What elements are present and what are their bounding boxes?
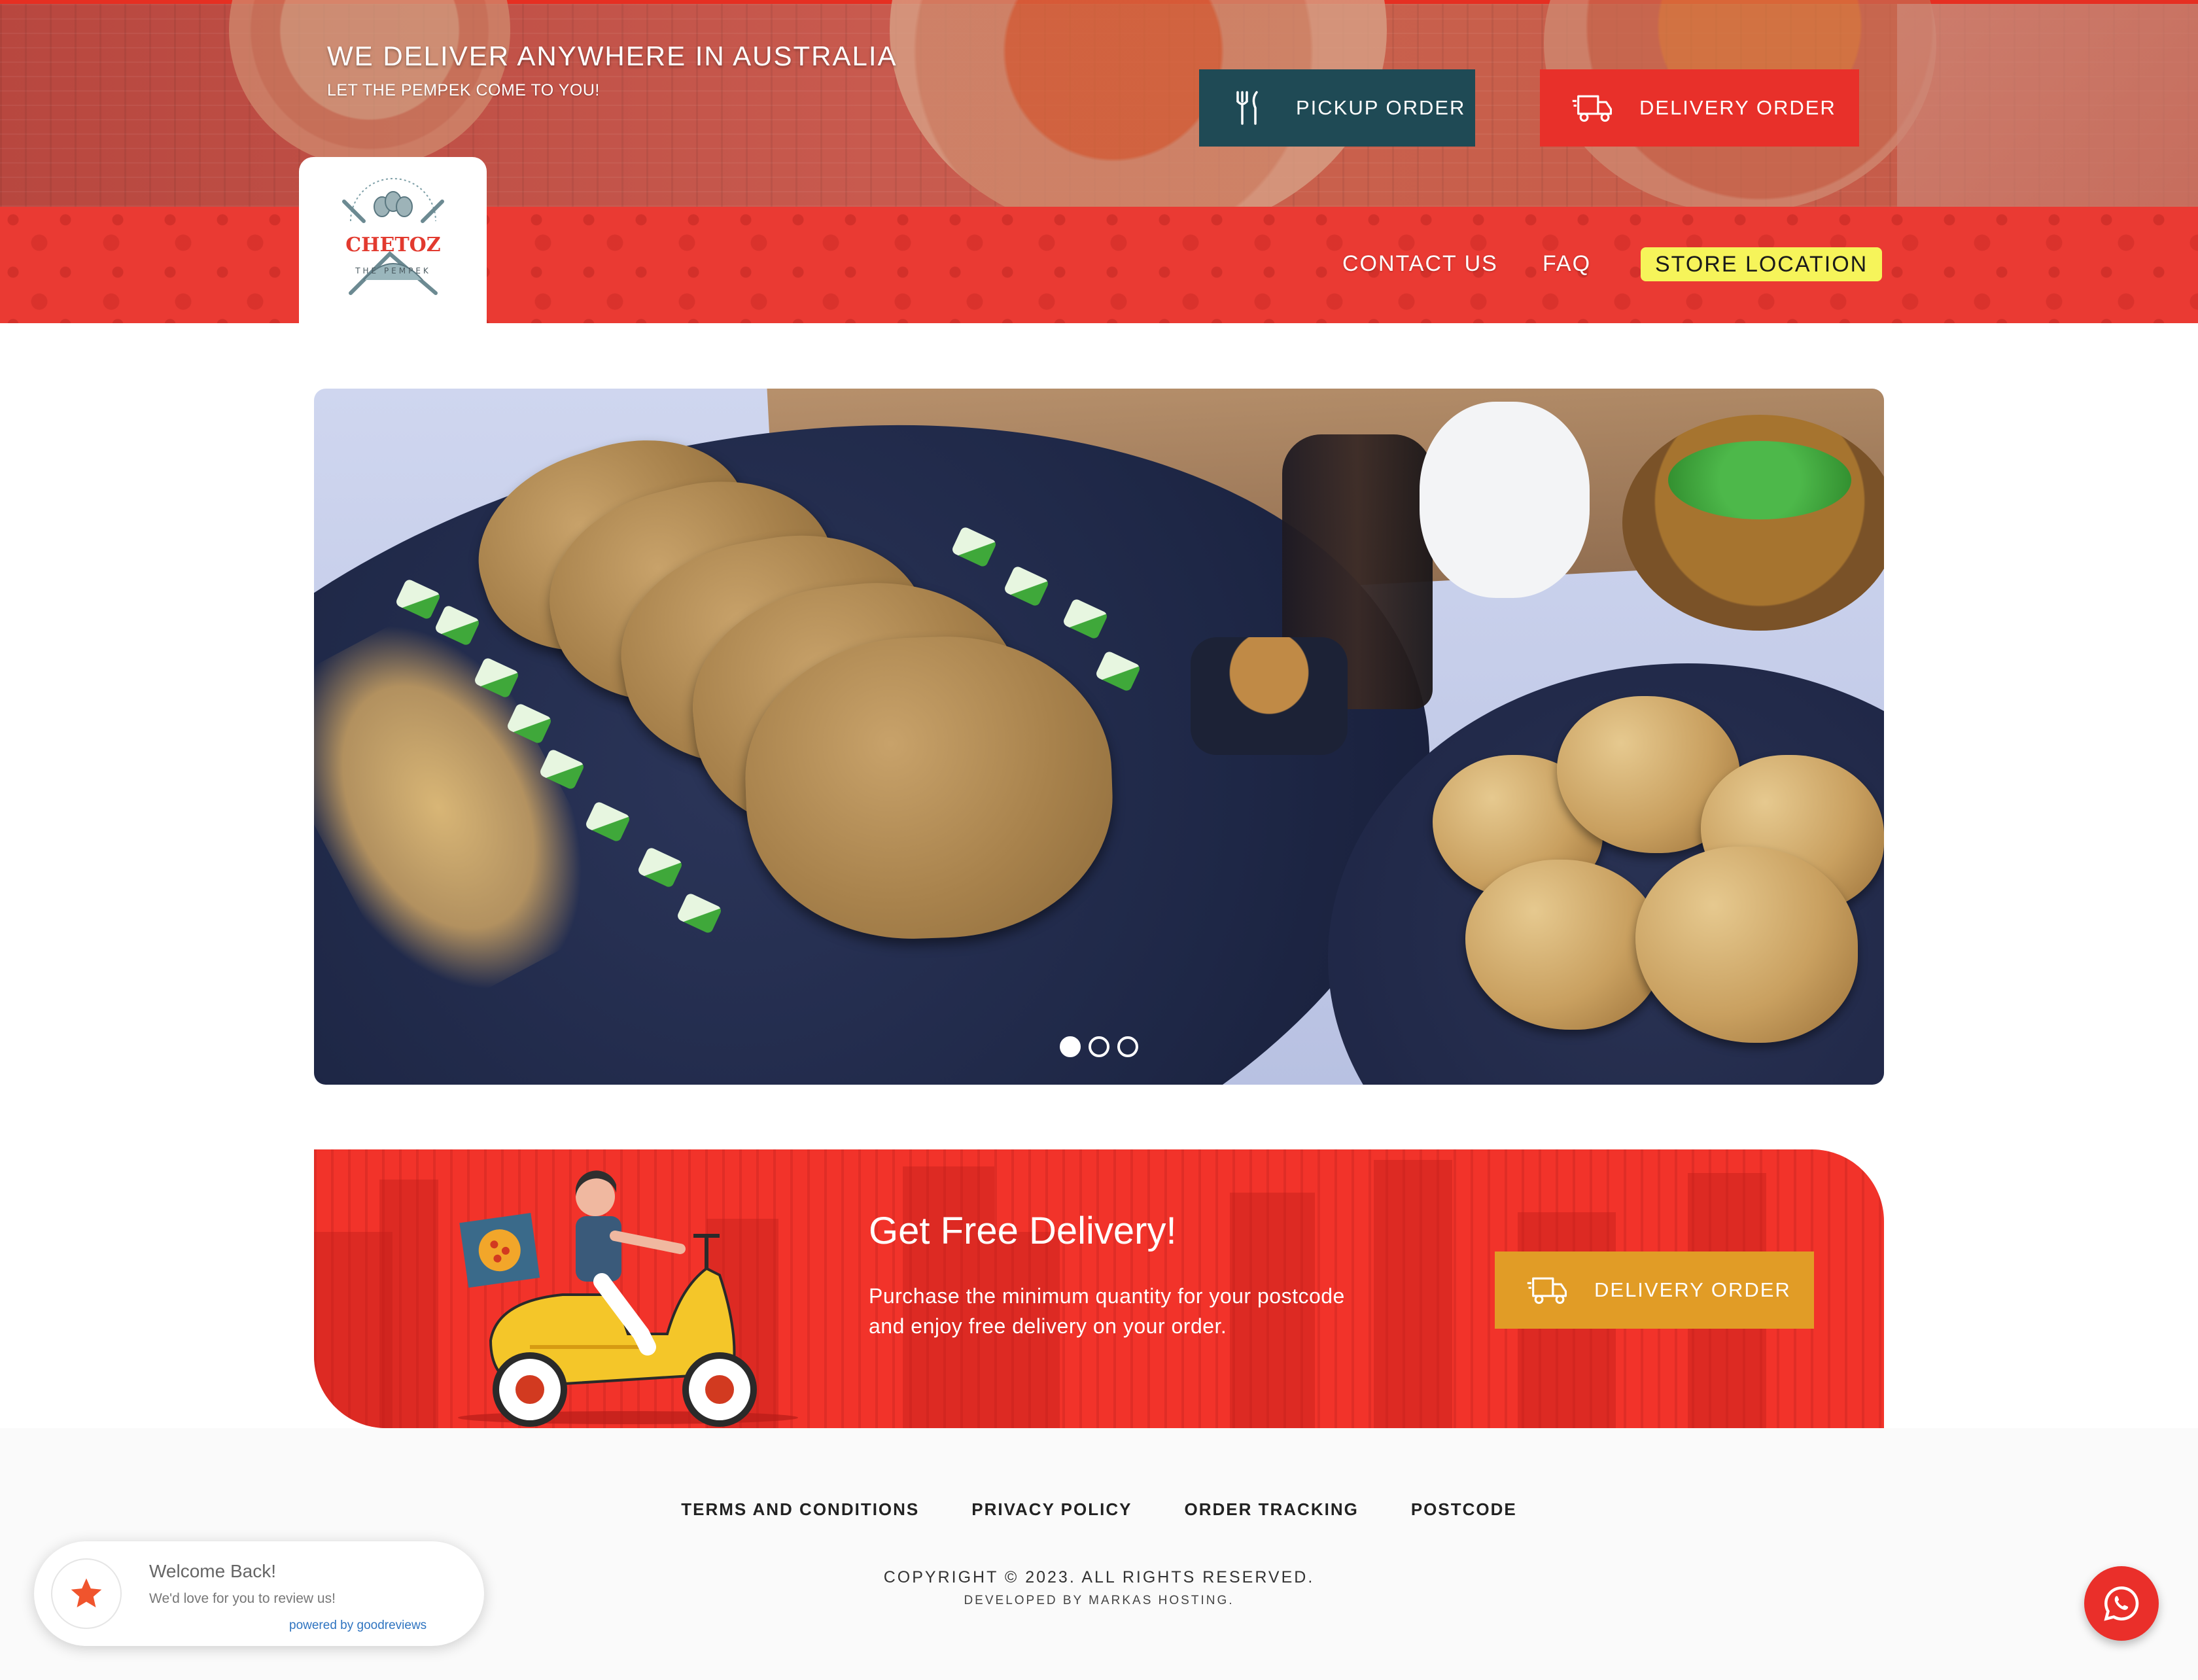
delivery-order-label: DELIVERY ORDER bbox=[1639, 96, 1836, 119]
footer-link-order-tracking[interactable]: ORDER TRACKING bbox=[1184, 1499, 1358, 1520]
review-widget-subtitle: We'd love for you to review us! bbox=[149, 1591, 336, 1606]
hero-image-slider[interactable] bbox=[314, 389, 1884, 1085]
star-icon bbox=[51, 1558, 122, 1629]
nav-store-location[interactable]: STORE LOCATION bbox=[1641, 247, 1883, 281]
promo-description: Purchase the minimum quantity for your p… bbox=[869, 1284, 1345, 1338]
chetoz-logo-icon: CHETOZ THE PEMPEK bbox=[341, 178, 444, 295]
pickup-order-button[interactable]: PICKUP ORDER bbox=[1199, 69, 1475, 147]
slider-dots bbox=[1060, 1036, 1138, 1057]
review-widget[interactable]: Welcome Back! We'd love for you to revie… bbox=[34, 1541, 484, 1646]
pickup-order-label: PICKUP ORDER bbox=[1296, 96, 1466, 119]
review-widget-powered-by[interactable]: powered by goodreviews bbox=[289, 1619, 427, 1633]
whatsapp-icon bbox=[2104, 1586, 2139, 1621]
hero-title: WE DELIVER ANYWHERE IN AUSTRALIA bbox=[327, 41, 898, 71]
slider-dot-2[interactable] bbox=[1089, 1036, 1109, 1057]
footer-links: TERMS AND CONDITIONS PRIVACY POLICY ORDE… bbox=[0, 1499, 2198, 1520]
city-skyline bbox=[379, 1180, 438, 1428]
svg-text:CHETOZ: CHETOZ bbox=[345, 234, 440, 256]
scooter-rider-illustration bbox=[458, 1170, 798, 1427]
delivery-order-button[interactable]: DELIVERY ORDER bbox=[1540, 69, 1859, 147]
slider-dot-1[interactable] bbox=[1060, 1036, 1081, 1057]
whatsapp-chat-button[interactable] bbox=[2084, 1566, 2159, 1641]
cucumber-bowl-image bbox=[1622, 415, 1884, 631]
background-cloth bbox=[1897, 4, 2198, 211]
delivery-truck-icon bbox=[1571, 87, 1613, 129]
nav-contact-us[interactable]: CONTACT US bbox=[1342, 251, 1498, 277]
logo[interactable]: CHETOZ THE PEMPEK bbox=[299, 157, 487, 324]
hero-subtitle: LET THE PEMPEK COME TO YOU! bbox=[327, 81, 600, 99]
sauce-cup-image bbox=[1191, 637, 1348, 755]
svg-text:THE PEMPEK: THE PEMPEK bbox=[355, 266, 431, 275]
nav-faq[interactable]: FAQ bbox=[1543, 251, 1591, 277]
footer-link-privacy[interactable]: PRIVACY POLICY bbox=[971, 1499, 1132, 1520]
slider-dot-3[interactable] bbox=[1117, 1036, 1138, 1057]
figurine-image bbox=[1420, 402, 1590, 598]
footer-link-postcode[interactable]: POSTCODE bbox=[1411, 1499, 1517, 1520]
promo-delivery-order-label: DELIVERY ORDER bbox=[1594, 1278, 1791, 1301]
review-widget-title: Welcome Back! bbox=[149, 1561, 276, 1581]
fork-knife-icon bbox=[1228, 87, 1270, 129]
footer-link-terms[interactable]: TERMS AND CONDITIONS bbox=[681, 1499, 919, 1520]
promo-delivery-order-button[interactable]: DELIVERY ORDER bbox=[1495, 1251, 1814, 1329]
city-skyline bbox=[1374, 1160, 1452, 1428]
delivery-truck-icon bbox=[1526, 1269, 1568, 1311]
pempek-image bbox=[741, 631, 1117, 945]
promo-title: Get Free Delivery! bbox=[869, 1210, 1177, 1252]
